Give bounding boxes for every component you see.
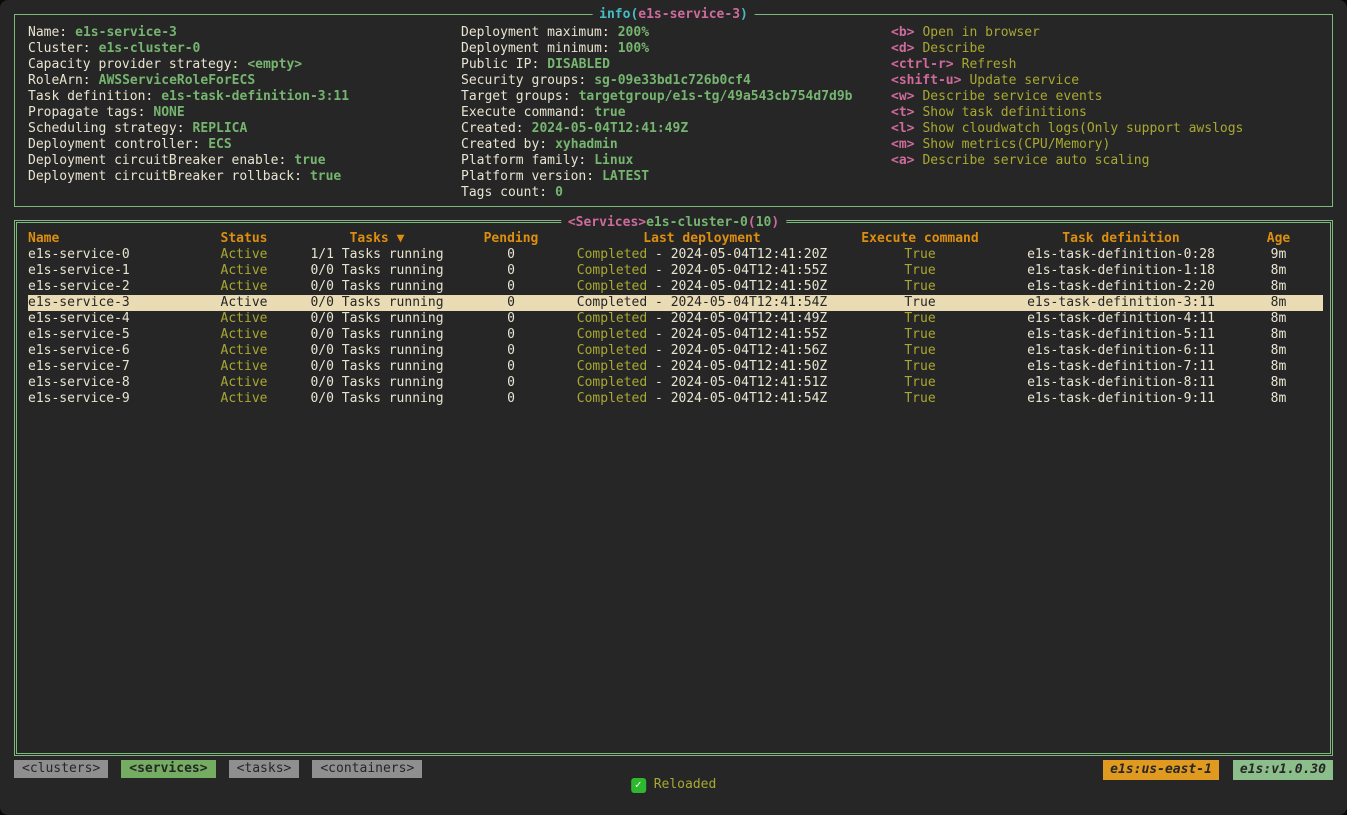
hotkeys-list: <b>Open in browser <d>Describe <ctrl-r>R… — [891, 25, 1332, 201]
services-panel: <Services>e1s-cluster-0(10) Name Status … — [14, 220, 1333, 756]
reload-status: ✓ Reloaded — [631, 777, 717, 793]
version-badge: e1s:v1.0.30 — [1233, 760, 1333, 780]
cell-last-deployment: Completed - 2024-05-04T12:41:50Z — [568, 279, 836, 295]
field-cluster: Cluster:e1s-cluster-0 — [28, 41, 461, 57]
field-circuitbreaker-rollback: Deployment circuitBreaker rollback:true — [28, 169, 461, 185]
info-grid: Name:e1s-service-3 Cluster:e1s-cluster-0… — [15, 15, 1332, 201]
resource-nav: <clusters> <services> <tasks> <container… — [14, 760, 422, 778]
header-task-definition: Task definition — [1004, 231, 1238, 247]
field-deployment-maximum: Deployment maximum:200% — [461, 25, 891, 41]
cell-last-deployment: Completed - 2024-05-04T12:41:51Z — [568, 375, 836, 391]
table-row[interactable]: e1s-service-8 Active 0/0 Tasks running 0… — [28, 375, 1323, 391]
table-row[interactable]: e1s-service-0 Active 1/1 Tasks running 0… — [28, 247, 1323, 263]
header-tasks-sorted[interactable]: Tasks ▼ — [300, 231, 454, 247]
field-platform-version: Platform version:LATEST — [461, 169, 891, 185]
field-deployment-minimum: Deployment minimum:100% — [461, 41, 891, 57]
header-execute-command: Execute command — [836, 231, 1004, 247]
hotkey-show-task-definitions: <t>Show task definitions — [891, 105, 1332, 121]
nav-containers-button[interactable]: <containers> — [312, 760, 422, 778]
field-security-groups: Security groups:sg-09e33bd1c726b0cf4 — [461, 73, 891, 89]
nav-services-button[interactable]: <services> — [121, 760, 215, 778]
table-row[interactable]: e1s-service-7 Active 0/0 Tasks running 0… — [28, 359, 1323, 375]
hotkey-refresh: <ctrl-r>Refresh — [891, 57, 1332, 73]
table-row[interactable]: e1s-service-2 Active 0/0 Tasks running 0… — [28, 279, 1323, 295]
field-name: Name:e1s-service-3 — [28, 25, 461, 41]
field-public-ip: Public IP:DISABLED — [461, 57, 891, 73]
field-capacity-provider-strategy: Capacity provider strategy:<empty> — [28, 57, 461, 73]
field-tags-count: Tags count:0 — [461, 185, 891, 201]
table-row[interactable]: e1s-service-4 Active 0/0 Tasks running 0… — [28, 311, 1323, 327]
info-title-suffix: ) — [740, 7, 748, 22]
services-title-cluster: e1s-cluster-0 — [646, 215, 748, 230]
cell-last-deployment: Completed - 2024-05-04T12:41:55Z — [568, 327, 836, 343]
hotkey-update-service: <shift-u>Update service — [891, 73, 1332, 89]
hotkey-open-in-browser: <b>Open in browser — [891, 25, 1332, 41]
field-circuitbreaker-enable: Deployment circuitBreaker enable:true — [28, 153, 461, 169]
cell-last-deployment: Completed - 2024-05-04T12:41:50Z — [568, 359, 836, 375]
header-pending: Pending — [454, 231, 568, 247]
table-header-row: Name Status Tasks ▼ Pending Last deploym… — [28, 231, 1323, 247]
sort-desc-icon: ▼ — [397, 231, 405, 246]
hotkey-show-cloudwatch-logs: <l>Show cloudwatch logs(Only support aws… — [891, 121, 1332, 137]
field-propagate-tags: Propagate tags:NONE — [28, 105, 461, 121]
header-age: Age — [1238, 231, 1319, 247]
services-title-count: 10 — [756, 215, 772, 230]
table-row[interactable]: e1s-service-9 Active 0/0 Tasks running 0… — [28, 391, 1323, 407]
cell-last-deployment: Completed - 2024-05-04T12:41:49Z — [568, 311, 836, 327]
cell-last-deployment: Completed - 2024-05-04T12:41:54Z — [568, 295, 836, 311]
info-title-prefix: info( — [599, 7, 638, 22]
services-title-prefix: <Services> — [568, 215, 646, 230]
field-role-arn: RoleArn:AWSServiceRoleForECS — [28, 73, 461, 89]
services-table: Name Status Tasks ▼ Pending Last deploym… — [17, 223, 1330, 407]
cell-last-deployment: Completed - 2024-05-04T12:41:54Z — [568, 391, 836, 407]
info-panel: info(e1s-service-3) Name:e1s-service-3 C… — [14, 14, 1333, 207]
field-execute-command: Execute command:true — [461, 105, 891, 121]
table-row[interactable]: e1s-service-5 Active 0/0 Tasks running 0… — [28, 327, 1323, 343]
cell-last-deployment: Completed - 2024-05-04T12:41:55Z — [568, 263, 836, 279]
cell-last-deployment: Completed - 2024-05-04T12:41:20Z — [568, 247, 836, 263]
nav-clusters-button[interactable]: <clusters> — [14, 760, 108, 778]
table-row[interactable]: e1s-service-1 Active 0/0 Tasks running 0… — [28, 263, 1323, 279]
info-panel-title: info(e1s-service-3) — [592, 7, 755, 23]
hotkey-describe-service-events: <w>Describe service events — [891, 89, 1332, 105]
header-last-deployment: Last deployment — [568, 231, 836, 247]
e1s-terminal-app: info(e1s-service-3) Name:e1s-service-3 C… — [0, 0, 1347, 815]
info-title-service-name: e1s-service-3 — [638, 7, 740, 22]
header-status: Status — [188, 231, 300, 247]
field-created: Created:2024-05-04T12:41:49Z — [461, 121, 891, 137]
info-column-1: Name:e1s-service-3 Cluster:e1s-cluster-0… — [28, 25, 461, 201]
field-created-by: Created by:xyhadmin — [461, 137, 891, 153]
cell-last-deployment: Completed - 2024-05-04T12:41:56Z — [568, 343, 836, 359]
field-target-groups: Target groups:targetgroup/e1s-tg/49a543c… — [461, 89, 891, 105]
nav-tasks-button[interactable]: <tasks> — [229, 760, 300, 778]
footer-badges: e1s:us-east-1 e1s:v1.0.30 — [1103, 760, 1333, 780]
hotkey-describe-auto-scaling: <a>Describe service auto scaling — [891, 153, 1332, 169]
table-row-selected[interactable]: e1s-service-3 Active 0/0 Tasks running 0… — [28, 295, 1323, 311]
field-deployment-controller: Deployment controller:ECS — [28, 137, 461, 153]
field-platform-family: Platform family:Linux — [461, 153, 891, 169]
region-badge: e1s:us-east-1 — [1103, 760, 1219, 780]
header-name: Name — [28, 231, 188, 247]
check-icon: ✓ — [631, 778, 646, 793]
hotkey-show-metrics: <m>Show metrics(CPU/Memory) — [891, 137, 1332, 153]
info-column-2: Deployment maximum:200% Deployment minim… — [461, 25, 891, 201]
field-task-definition: Task definition:e1s-task-definition-3:11 — [28, 89, 461, 105]
services-panel-title: <Services>e1s-cluster-0(10) — [561, 215, 786, 231]
field-scheduling-strategy: Scheduling strategy:REPLICA — [28, 121, 461, 137]
hotkey-describe: <d>Describe — [891, 41, 1332, 57]
reload-status-label: Reloaded — [654, 777, 717, 793]
table-row[interactable]: e1s-service-6 Active 0/0 Tasks running 0… — [28, 343, 1323, 359]
